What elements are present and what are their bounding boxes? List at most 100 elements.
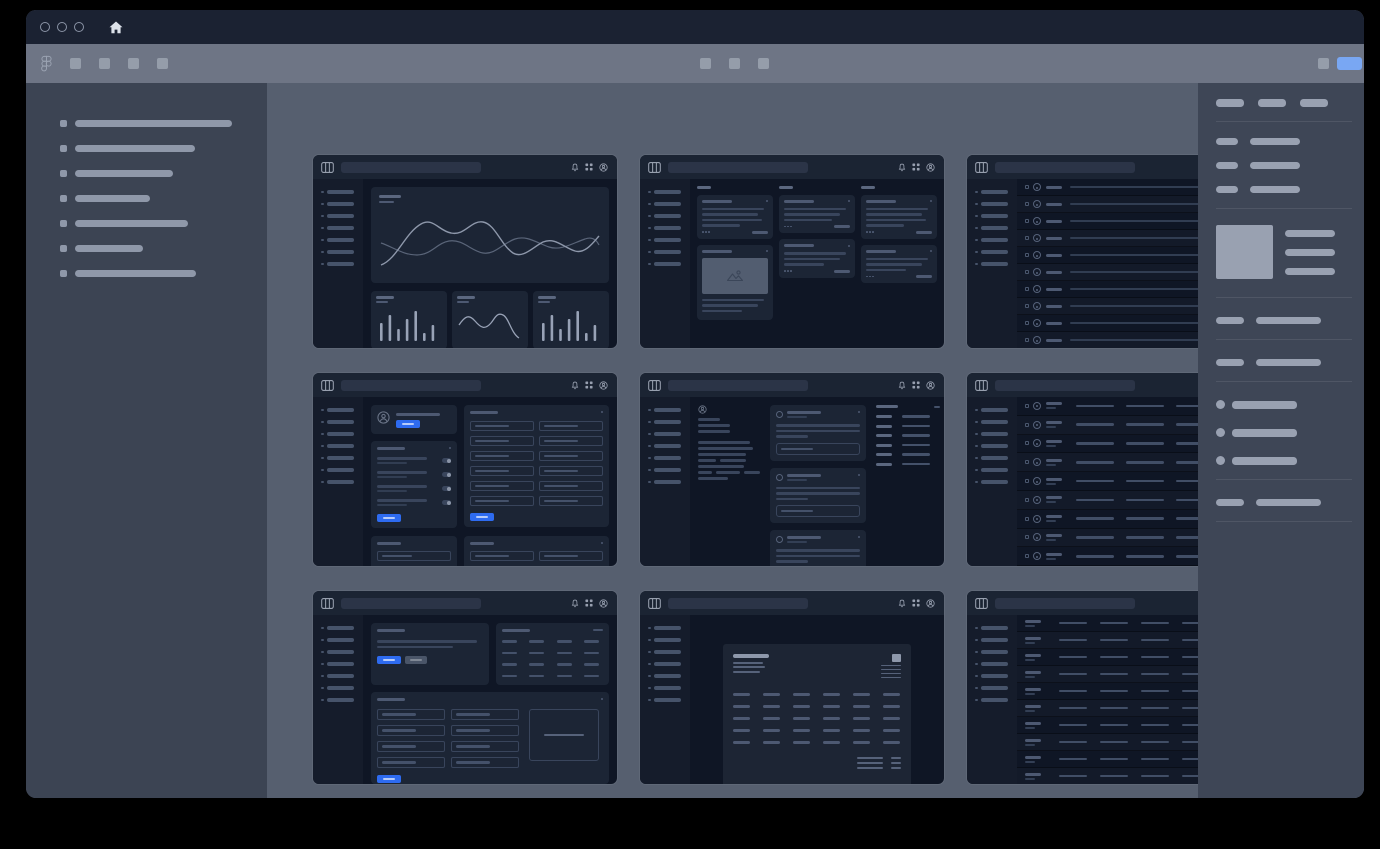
thumbnail-kanban-board[interactable] <box>640 155 944 348</box>
trend-row[interactable] <box>876 425 940 428</box>
input-field[interactable] <box>539 496 603 506</box>
primary-button[interactable] <box>470 513 494 521</box>
trend-row[interactable] <box>876 444 940 447</box>
kanban-card[interactable] <box>861 245 937 284</box>
input-field[interactable] <box>377 757 445 768</box>
comment-input[interactable] <box>776 443 860 455</box>
kanban-card[interactable] <box>697 195 773 239</box>
input-field[interactable] <box>470 421 534 431</box>
checkbox[interactable] <box>1025 460 1029 464</box>
checkbox[interactable] <box>1025 535 1029 539</box>
primary-button[interactable] <box>377 514 401 522</box>
primary-button[interactable] <box>377 775 401 783</box>
sidebar-item[interactable] <box>60 270 267 277</box>
checkbox[interactable] <box>1025 554 1029 558</box>
thumbnail-social-feed[interactable] <box>640 373 944 566</box>
input-field[interactable] <box>451 757 519 768</box>
toolbar-button[interactable] <box>1318 58 1329 69</box>
placeholder-bar <box>1025 688 1041 691</box>
kanban-card[interactable] <box>861 195 937 239</box>
input-field[interactable] <box>451 725 519 736</box>
panel-tab[interactable] <box>1258 99 1286 107</box>
thumbnail-analytics-dashboard[interactable] <box>313 155 617 348</box>
trend-row[interactable] <box>876 463 940 466</box>
kanban-card[interactable] <box>779 239 855 278</box>
post-card[interactable] <box>770 405 866 461</box>
toolbar-button[interactable] <box>70 58 81 69</box>
checkbox[interactable] <box>1025 441 1029 445</box>
sidebar-item[interactable] <box>60 120 267 127</box>
toggle-switch[interactable] <box>442 458 451 463</box>
traffic-light-button[interactable] <box>57 22 67 32</box>
input-field[interactable] <box>539 436 603 446</box>
checkbox[interactable] <box>1025 498 1029 502</box>
toolbar-button[interactable] <box>128 58 139 69</box>
input-field[interactable] <box>470 466 534 476</box>
toggle-switch[interactable] <box>442 472 451 477</box>
checkbox[interactable] <box>1025 304 1029 308</box>
checkbox[interactable] <box>1025 479 1029 483</box>
secondary-button[interactable] <box>405 656 427 664</box>
toolbar-button[interactable] <box>758 58 769 69</box>
checkbox[interactable] <box>1025 219 1029 223</box>
input-field[interactable] <box>539 481 603 491</box>
trend-row[interactable] <box>876 453 940 456</box>
sidebar-item[interactable] <box>60 245 267 252</box>
input-field[interactable] <box>377 709 445 720</box>
kanban-card[interactable] <box>697 245 773 321</box>
post-card[interactable] <box>770 468 866 524</box>
sidebar-item[interactable] <box>60 195 267 202</box>
checkbox[interactable] <box>1025 423 1029 427</box>
textarea-box[interactable] <box>529 709 599 761</box>
primary-button[interactable] <box>377 656 401 664</box>
input-field[interactable] <box>470 451 534 461</box>
toggle-switch[interactable] <box>442 486 451 491</box>
checkbox[interactable] <box>1025 517 1029 521</box>
input-field[interactable] <box>377 741 445 752</box>
primary-button[interactable] <box>396 420 420 428</box>
toolbar-button[interactable] <box>157 58 168 69</box>
checkbox[interactable] <box>1025 338 1029 342</box>
sidebar-item[interactable] <box>60 220 267 227</box>
checkbox[interactable] <box>1025 185 1029 189</box>
sidebar-item[interactable] <box>60 170 267 177</box>
sidebar-item[interactable] <box>60 145 267 152</box>
input-field[interactable] <box>451 741 519 752</box>
panel-tab[interactable] <box>1300 99 1328 107</box>
checkbox[interactable] <box>1025 253 1029 257</box>
traffic-light-button[interactable] <box>74 22 84 32</box>
toggle-switch[interactable] <box>442 500 451 505</box>
toolbar-button[interactable] <box>700 58 711 69</box>
toolbar-button[interactable] <box>99 58 110 69</box>
checkbox[interactable] <box>1025 236 1029 240</box>
toolbar-accent-button[interactable] <box>1337 57 1362 70</box>
input-field[interactable] <box>470 436 534 446</box>
input-field[interactable] <box>451 709 519 720</box>
comment-input[interactable] <box>776 505 860 517</box>
thumbnail-invoice-document[interactable] <box>640 591 944 784</box>
thumbnail-form-page[interactable] <box>313 591 617 784</box>
input-field[interactable] <box>539 551 603 561</box>
checkbox[interactable] <box>1025 404 1029 408</box>
input-field[interactable] <box>470 481 534 491</box>
traffic-light-button[interactable] <box>40 22 50 32</box>
checkbox[interactable] <box>1025 270 1029 274</box>
input-field[interactable] <box>377 725 445 736</box>
home-icon[interactable] <box>109 21 123 34</box>
input-field[interactable] <box>377 551 451 561</box>
trend-row[interactable] <box>876 434 940 437</box>
input-field[interactable] <box>539 451 603 461</box>
checkbox[interactable] <box>1025 287 1029 291</box>
input-field[interactable] <box>539 421 603 431</box>
trend-row[interactable] <box>876 415 940 418</box>
input-field[interactable] <box>470 496 534 506</box>
toolbar-button[interactable] <box>729 58 740 69</box>
kanban-card[interactable] <box>779 195 855 234</box>
thumbnail-settings-page[interactable] <box>313 373 617 566</box>
checkbox[interactable] <box>1025 202 1029 206</box>
panel-tab[interactable] <box>1216 99 1244 107</box>
input-field[interactable] <box>539 466 603 476</box>
input-field[interactable] <box>470 551 534 561</box>
checkbox[interactable] <box>1025 321 1029 325</box>
post-card[interactable] <box>770 530 866 566</box>
